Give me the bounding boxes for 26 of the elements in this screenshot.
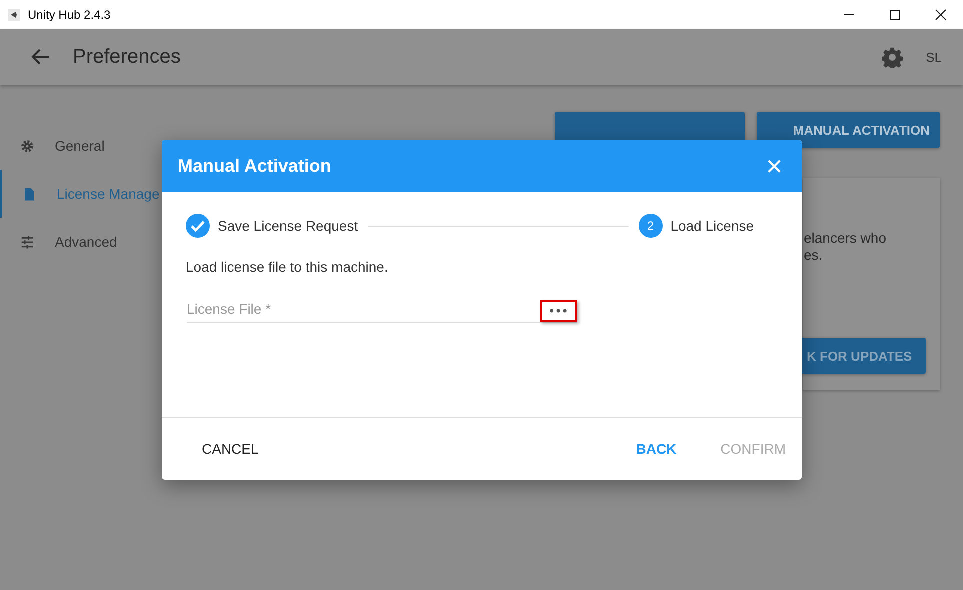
step-label: Save License Request (218, 218, 358, 234)
page-title: Preferences (73, 46, 181, 68)
app-icon (8, 8, 20, 20)
window-title: Unity Hub 2.4.3 (28, 8, 111, 22)
dialog-title: Manual Activation (178, 156, 332, 176)
card-text: elancers who (803, 230, 886, 247)
sliders-icon (20, 234, 35, 250)
dialog-button[interactable]: BACK (628, 431, 685, 467)
sidebar-item[interactable]: General (0, 122, 180, 170)
step-label: Load License (670, 218, 754, 234)
step-number: 2 (638, 214, 663, 238)
settings-icon[interactable] (882, 46, 904, 68)
document-icon (22, 186, 37, 202)
maximize-icon[interactable] (889, 8, 901, 20)
back-arrow-icon[interactable] (31, 47, 51, 67)
more-icon (550, 309, 567, 313)
action-button[interactable]: MANUAL ACTIVATION (757, 112, 940, 148)
close-icon[interactable] (935, 8, 947, 20)
sidebar-item[interactable]: Advanced (0, 218, 180, 266)
gear-icon (20, 138, 35, 154)
description-text: Load license file to this machine. (186, 259, 390, 275)
license-file-field[interactable]: License File * (187, 301, 540, 322)
user-initials[interactable]: SL (926, 50, 942, 64)
browse-button[interactable] (540, 300, 577, 322)
card-text: es. (803, 247, 823, 264)
dialog-button[interactable]: CANCEL (188, 431, 267, 467)
